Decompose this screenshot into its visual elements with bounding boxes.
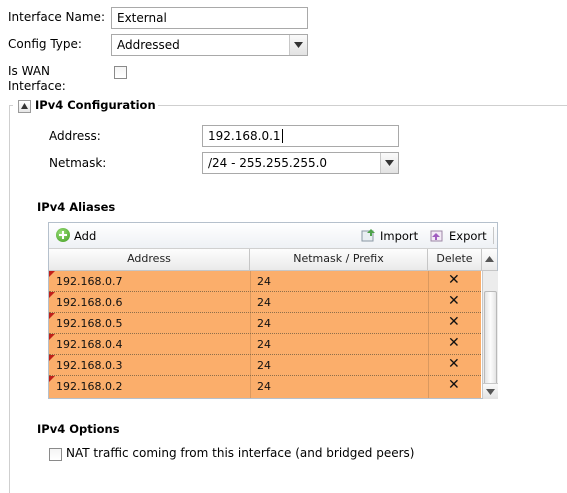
- is-wan-checkbox[interactable]: [114, 66, 127, 79]
- delete-icon[interactable]: ✕: [448, 272, 460, 288]
- scroll-down-icon: [486, 388, 495, 395]
- import-icon[interactable]: [361, 228, 376, 242]
- table-row[interactable]: 192.168.0.4 24 ✕: [49, 334, 481, 355]
- scrollbar-down-button[interactable]: [483, 383, 498, 399]
- scroll-up-icon: [485, 256, 494, 262]
- column-header-address[interactable]: Address: [49, 249, 250, 271]
- text-cursor: [281, 129, 283, 143]
- alias-prefix: 24: [257, 275, 271, 288]
- address-input[interactable]: 192.168.0.1: [202, 125, 399, 147]
- delete-icon[interactable]: ✕: [448, 293, 460, 309]
- alias-address: 192.168.0.7: [56, 275, 123, 288]
- table-row[interactable]: 192.168.0.2 24 ✕: [49, 376, 481, 398]
- table-row[interactable]: 192.168.0.5 24 ✕: [49, 313, 481, 334]
- chevron-down-icon[interactable]: [380, 153, 398, 173]
- add-button[interactable]: Add: [74, 229, 96, 243]
- dirty-marker-icon: [49, 313, 55, 319]
- alias-prefix: 24: [257, 296, 271, 309]
- collapse-toggle[interactable]: [18, 100, 31, 113]
- alias-prefix: 24: [257, 359, 271, 372]
- alias-address: 192.168.0.4: [56, 338, 123, 351]
- column-header-delete[interactable]: Delete: [428, 249, 481, 271]
- interface-name-label: Interface Name:: [8, 10, 105, 24]
- config-type-select[interactable]: Addressed: [111, 34, 308, 56]
- table-row[interactable]: 192.168.0.7 24 ✕: [49, 271, 481, 292]
- address-value: 192.168.0.1: [208, 129, 281, 143]
- netmask-label: Netmask:: [49, 156, 107, 170]
- column-divider: [250, 271, 251, 398]
- export-button[interactable]: Export: [449, 229, 487, 243]
- alias-prefix: 24: [257, 338, 271, 351]
- alias-prefix: 24: [257, 380, 271, 393]
- address-label: Address:: [49, 129, 101, 143]
- table-row[interactable]: 192.168.0.6 24 ✕: [49, 292, 481, 313]
- dirty-marker-icon: [49, 271, 55, 277]
- scrollbar-thumb[interactable]: [484, 291, 497, 385]
- alias-prefix: 24: [257, 317, 271, 330]
- chevron-down-icon[interactable]: [289, 35, 307, 55]
- is-wan-label: Is WAN: [8, 64, 50, 78]
- ipv4-aliases-grid: Add Import Export Address Netmask / Pref…: [48, 222, 498, 399]
- nat-checkbox[interactable]: [49, 448, 62, 461]
- config-type-value: Addressed: [117, 38, 180, 52]
- ipv4-config-title: IPv4 Configuration: [35, 98, 156, 112]
- nat-label[interactable]: NAT traffic coming from this interface (…: [66, 446, 414, 460]
- delete-icon[interactable]: ✕: [448, 377, 460, 393]
- table-row[interactable]: 192.168.0.3 24 ✕: [49, 355, 481, 376]
- delete-icon[interactable]: ✕: [448, 335, 460, 351]
- config-type-label: Config Type:: [8, 37, 82, 51]
- toolbar-divider: [493, 227, 494, 244]
- alias-address: 192.168.0.2: [56, 380, 123, 393]
- scrollbar-up-button[interactable]: [481, 249, 497, 271]
- ipv4-options-title: IPv4 Options: [37, 422, 120, 436]
- add-icon[interactable]: [56, 228, 70, 242]
- fieldset-border-top: [158, 105, 567, 106]
- export-icon[interactable]: [430, 228, 445, 242]
- alias-address: 192.168.0.5: [56, 317, 123, 330]
- delete-icon[interactable]: ✕: [448, 314, 460, 330]
- column-divider: [428, 271, 429, 398]
- dirty-marker-icon: [49, 376, 55, 382]
- alias-address: 192.168.0.3: [56, 359, 123, 372]
- delete-icon[interactable]: ✕: [448, 356, 460, 372]
- import-button[interactable]: Import: [380, 229, 418, 243]
- ipv4-aliases-title: IPv4 Aliases: [37, 200, 116, 214]
- alias-address: 192.168.0.6: [56, 296, 123, 309]
- vertical-scrollbar[interactable]: [482, 271, 498, 399]
- is-wan-label-2: Interface:: [8, 79, 66, 93]
- fieldset-border-left: [9, 105, 10, 493]
- column-header-netmask[interactable]: Netmask / Prefix: [250, 249, 428, 271]
- dirty-marker-icon: [49, 334, 55, 340]
- collapse-up-icon: [21, 103, 28, 109]
- grid-toolbar: Add Import Export: [49, 223, 497, 249]
- dirty-marker-icon: [49, 355, 55, 361]
- netmask-value: /24 - 255.255.255.0: [208, 156, 328, 170]
- netmask-select[interactable]: /24 - 255.255.255.0: [202, 152, 399, 174]
- dirty-marker-icon: [49, 292, 55, 298]
- interface-name-input[interactable]: External: [111, 7, 308, 29]
